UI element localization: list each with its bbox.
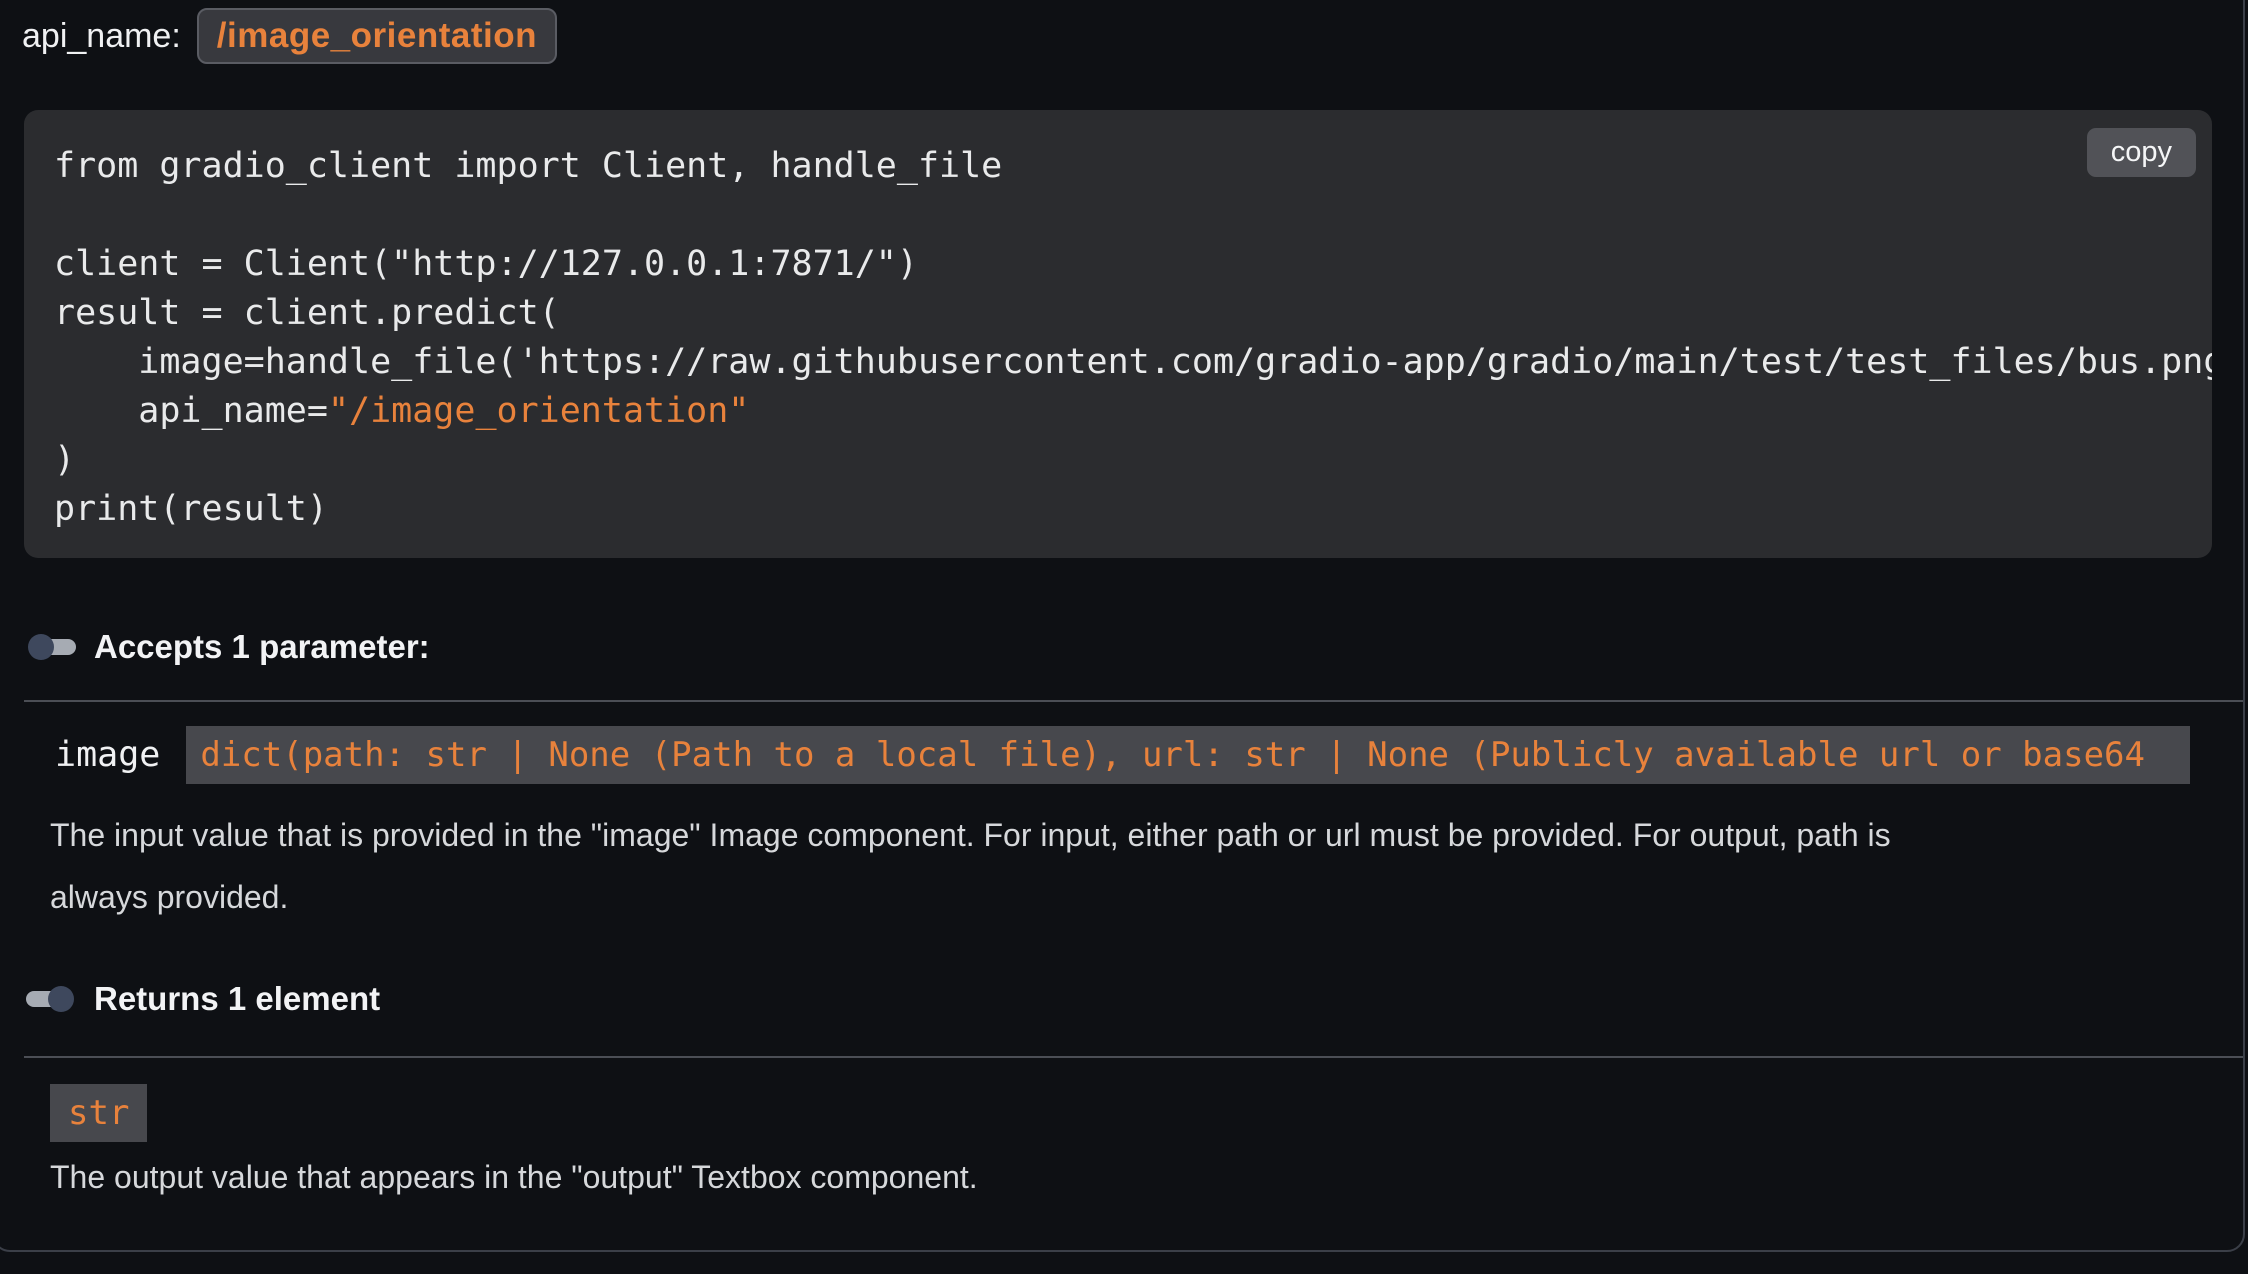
api-name-row: api_name: /image_orientation — [22, 8, 557, 64]
parameter-row: image dict(path: str | None (Path to a l… — [55, 726, 2190, 784]
copy-button[interactable]: copy — [2087, 128, 2196, 177]
toggle-knob — [28, 634, 54, 660]
parameter-name: image — [55, 726, 160, 784]
code-line: image=handle_file('https://raw.githubuse… — [54, 338, 2212, 387]
toggle-knob — [48, 986, 74, 1012]
divider — [24, 700, 2243, 702]
parameter-type-badge: dict(path: str | None (Path to a local f… — [186, 726, 2190, 784]
parameter-toggle-icon — [28, 634, 74, 660]
returns-heading: Returns 1 element — [94, 980, 380, 1018]
code-lines: from gradio_client import Client, handle… — [54, 142, 2212, 534]
divider — [24, 1056, 2243, 1058]
return-description: The output value that appears in the "ou… — [50, 1146, 2150, 1208]
return-type-badge: str — [50, 1084, 147, 1142]
accepts-heading: Accepts 1 parameter: — [94, 628, 430, 666]
return-toggle-icon — [28, 986, 74, 1012]
returns-heading-row: Returns 1 element — [28, 980, 380, 1018]
code-line: result = client.predict( — [54, 289, 2212, 338]
code-line: from gradio_client import Client, handle… — [54, 142, 2212, 191]
code-line — [54, 191, 2212, 240]
code-line: api_name="/image_orientation" — [54, 387, 2212, 436]
code-line: print(result) — [54, 485, 2212, 534]
accepts-heading-row: Accepts 1 parameter: — [28, 628, 430, 666]
parameter-description: The input value that is provided in the … — [50, 804, 1950, 928]
api-name-label: api_name: — [22, 17, 181, 56]
code-line: ) — [54, 436, 2212, 485]
api-name-chip: /image_orientation — [197, 8, 557, 64]
api-docs-page: api_name: /image_orientation copy from g… — [0, 0, 2248, 1274]
code-string-accent: "/image_orientation" — [328, 391, 749, 431]
code-block: copy from gradio_client import Client, h… — [24, 110, 2212, 558]
code-line: client = Client("http://127.0.0.1:7871/"… — [54, 240, 2212, 289]
